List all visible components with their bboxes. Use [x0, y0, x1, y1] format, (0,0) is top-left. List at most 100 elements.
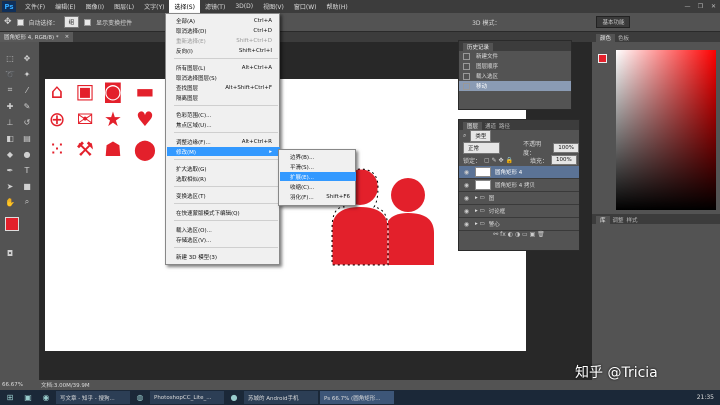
submenu-item-expand[interactable]: 扩展(E)... — [280, 172, 356, 181]
layer-actions[interactable]: ⚯ fx ◐ ◑ ▭ ▣ 🗑 — [459, 231, 579, 241]
browser-icon[interactable]: ◉ — [38, 391, 54, 404]
history-item[interactable]: 移动 — [459, 81, 571, 91]
dodge-tool-icon[interactable]: ● — [21, 148, 33, 160]
submenu-item-smooth[interactable]: 平滑(S)... — [280, 162, 356, 171]
app-icon[interactable]: ◍ — [132, 391, 148, 404]
menu-item-inverse[interactable]: 反向(I) Shift+Ctrl+I — [176, 46, 280, 55]
shape-tool-icon[interactable]: ■ — [21, 180, 33, 192]
menu-window[interactable]: 窗口(W) — [289, 0, 322, 13]
menu-item-refine-edge[interactable]: 调整边缘(F)... Alt+Ctrl+R — [176, 137, 280, 146]
tab-history[interactable]: 历史记录 — [463, 43, 494, 51]
menu-item-new-3d[interactable]: 新建 3D 模型(3) — [176, 252, 280, 261]
layer-row[interactable]: ◉ 圆角矩形 4 — [459, 166, 579, 179]
menu-item-modify[interactable]: 修改(M) ▸ — [167, 147, 280, 156]
submenu-item-feather[interactable]: 羽化(F)... Shift+F6 — [280, 192, 356, 201]
layer-row[interactable]: ◉ ▸ ▭ 警心 — [459, 218, 579, 231]
healing-brush-icon[interactable]: ✚ — [4, 100, 16, 112]
lasso-tool-icon[interactable]: ➰ — [4, 68, 16, 80]
menu-layer[interactable]: 图层(L) — [109, 0, 139, 13]
menu-item-save-selection[interactable]: 存储选区(V)... — [176, 235, 280, 244]
app-icon[interactable]: ● — [226, 391, 242, 404]
menu-item-grow[interactable]: 扩大选取(G) — [176, 164, 280, 173]
close-button[interactable]: ✕ — [707, 0, 720, 13]
layer-row[interactable]: ◉ 圆角矩形 4 拷贝 — [459, 179, 579, 192]
move-tool-icon[interactable]: ✥ — [21, 52, 33, 64]
hand-tool-icon[interactable]: ✋ — [4, 196, 16, 208]
workspace-dropdown[interactable]: 基本功能 — [596, 16, 631, 28]
menu-item-deselect-layers[interactable]: 取消选择图层(S) — [176, 73, 280, 82]
fill-input[interactable]: 100% — [550, 155, 577, 165]
menu-edit[interactable]: 编辑(E) — [50, 0, 80, 13]
menu-help[interactable]: 帮助(H) — [322, 0, 353, 13]
minimize-button[interactable]: — — [681, 0, 694, 13]
auto-select-checkbox[interactable] — [16, 18, 24, 26]
taskbar-item[interactable]: Ps 66.7% (圆角矩形... — [320, 391, 394, 404]
tab-library[interactable]: 库 — [596, 216, 610, 224]
history-item[interactable]: 载入选区 — [459, 71, 571, 81]
fg-color-chip[interactable] — [598, 54, 607, 63]
crop-tool-icon[interactable]: ⌗ — [4, 84, 16, 96]
tab-paths[interactable]: 路径 — [499, 122, 510, 130]
tab-adjustments[interactable]: 调整 — [613, 216, 624, 224]
menu-filter[interactable]: 滤镜(T) — [200, 0, 230, 13]
maximize-button[interactable]: ❐ — [694, 0, 707, 13]
menu-item-isolate-layers[interactable]: 隔离图层 — [176, 93, 280, 102]
show-transform-checkbox[interactable] — [84, 18, 92, 26]
document-canvas[interactable]: ⌂ ▣ ◙ ▬ ⊕ ✉ ★ ♥ ⁙ ⚒ ☗ ⬤ — [45, 79, 526, 351]
menu-item-reselect[interactable]: 重新选择(E) Shift+Ctrl+D — [176, 36, 280, 45]
tab-color[interactable]: 颜色 — [596, 34, 616, 42]
tab-channels[interactable]: 通道 — [485, 122, 496, 130]
tab-layers[interactable]: 图层 — [463, 122, 483, 130]
history-brush-icon[interactable]: ↺ — [21, 116, 33, 128]
submenu-item-border[interactable]: 边界(B)... — [280, 152, 356, 161]
magic-wand-icon[interactable]: ✦ — [21, 68, 33, 80]
menu-select[interactable]: 选择(S) — [169, 0, 200, 13]
zoom-level[interactable]: 66.67% — [2, 382, 23, 388]
menu-item-deselect[interactable]: 取消选择(D) Ctrl+D — [176, 26, 280, 35]
explorer-icon[interactable]: ▣ — [20, 391, 36, 404]
pen-tool-icon[interactable]: ✒ — [4, 164, 16, 176]
document-tab-close-icon[interactable]: × — [65, 34, 70, 40]
brush-tool-icon[interactable]: ✎ — [21, 100, 33, 112]
blur-tool-icon[interactable]: ◆ — [4, 148, 16, 160]
auto-select-dropdown[interactable]: 组 — [63, 16, 80, 28]
marquee-tool-icon[interactable]: ⬚ — [4, 52, 16, 64]
eraser-tool-icon[interactable]: ◧ — [4, 132, 16, 144]
lock-icons[interactable]: ▢ ✎ ✥ 🔒 — [484, 157, 513, 164]
taskbar-item[interactable]: PhotoshopCC_Lite_... — [150, 391, 224, 404]
stamp-tool-icon[interactable]: ⊥ — [4, 116, 16, 128]
taskbar-item[interactable]: 写文章 - 知乎 - 搜狗... — [56, 391, 130, 404]
menu-item-all-layers[interactable]: 所有图层(L) Alt+Ctrl+A — [176, 63, 280, 72]
menu-item-transform-selection[interactable]: 变换选区(T) — [176, 191, 280, 200]
color-spectrum[interactable] — [616, 50, 716, 210]
menu-type[interactable]: 文字(Y) — [139, 0, 169, 13]
quick-mask-icon[interactable]: ◘ — [4, 247, 16, 259]
blend-mode-dropdown[interactable]: 正常 — [463, 142, 501, 154]
menu-item-find-layers[interactable]: 查找图层 Alt+Shift+Ctrl+F — [176, 83, 280, 92]
menu-item-focus-area[interactable]: 焦点区域(U)... — [176, 120, 280, 129]
submenu-item-contract[interactable]: 收缩(C)... — [280, 182, 356, 191]
menu-item-similar[interactable]: 选取相似(R) — [176, 174, 280, 183]
foreground-color-swatch[interactable] — [5, 217, 19, 231]
eyedropper-icon[interactable]: ⁄ — [21, 84, 33, 96]
menu-3d[interactable]: 3D(D) — [230, 0, 258, 13]
document-tab[interactable]: 圆角矩形 4, RGB/8) * × — [0, 32, 74, 42]
gradient-tool-icon[interactable]: ▤ — [21, 132, 33, 144]
layer-row[interactable]: ◉ ▸ ▭ 讨论框 — [459, 205, 579, 218]
start-icon[interactable]: ⊞ — [2, 391, 18, 404]
menu-image[interactable]: 图像(I) — [81, 0, 109, 13]
menu-item-all[interactable]: 全部(A) Ctrl+A — [176, 16, 280, 25]
zoom-tool-icon[interactable]: ⌕ — [21, 196, 33, 208]
tab-styles[interactable]: 样式 — [627, 216, 638, 224]
menu-item-quick-mask[interactable]: 在快速蒙版模式下编辑(Q) — [176, 208, 280, 217]
history-item[interactable]: 新建文件 — [459, 51, 571, 61]
layer-row[interactable]: ◉ ▸ ▭ 图 — [459, 192, 579, 205]
menu-view[interactable]: 视图(V) — [258, 0, 289, 13]
path-select-icon[interactable]: ➤ — [4, 180, 16, 192]
history-item[interactable]: 图层顺序 — [459, 61, 571, 71]
tab-swatches[interactable]: 色板 — [618, 34, 629, 42]
taskbar-item[interactable]: 苏城的 Android手机 — [244, 391, 318, 404]
menu-file[interactable]: 文件(F) — [20, 0, 50, 13]
type-tool-icon[interactable]: T — [21, 164, 33, 176]
menu-item-load-selection[interactable]: 载入选区(O)... — [176, 225, 280, 234]
